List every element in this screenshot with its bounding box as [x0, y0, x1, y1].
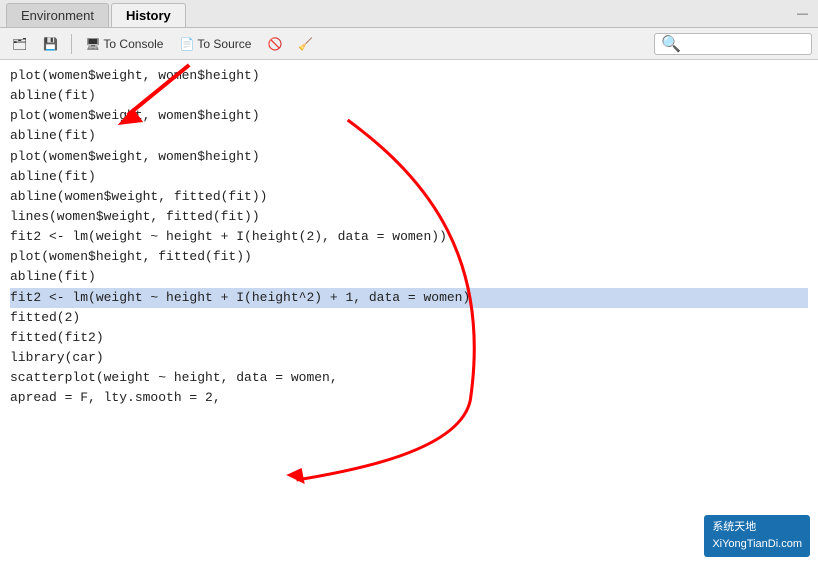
- tab-environment[interactable]: Environment: [6, 3, 109, 27]
- clear-button[interactable]: 🧹: [292, 35, 319, 53]
- code-line[interactable]: scatterplot(weight ~ height, data = wome…: [10, 368, 808, 388]
- code-line[interactable]: fitted(fit2): [10, 328, 808, 348]
- code-line[interactable]: apread = F, lty.smooth = 2,: [10, 388, 808, 408]
- code-line[interactable]: fit2 <- lm(weight ~ height + I(height^2)…: [10, 288, 808, 308]
- to-console-button[interactable]: 🖥 To Console: [79, 35, 169, 53]
- save-icon: 💾: [43, 37, 58, 51]
- code-area: plot(women$weight, women$height)abline(f…: [0, 60, 818, 565]
- toolbar: 🗂 💾 🖥 To Console 📄 To Source 🚫 🧹 🔍: [0, 28, 818, 60]
- to-source-icon: 📄: [179, 37, 194, 51]
- code-line[interactable]: fit2 <- lm(weight ~ height + I(height(2)…: [10, 227, 808, 247]
- to-console-icon: 🖥: [85, 37, 100, 51]
- code-line[interactable]: plot(women$weight, women$height): [10, 147, 808, 167]
- save-button[interactable]: 💾: [37, 35, 64, 53]
- code-line[interactable]: abline(fit): [10, 167, 808, 187]
- minimize-button[interactable]: —: [793, 6, 812, 22]
- search-icon: 🔍: [661, 34, 681, 54]
- code-line[interactable]: plot(women$weight, women$height): [10, 66, 808, 86]
- delete-button[interactable]: 🚫: [261, 35, 288, 53]
- open-button[interactable]: 🗂: [6, 35, 33, 53]
- title-bar: Environment History —: [0, 0, 818, 28]
- open-icon: 🗂: [12, 37, 27, 51]
- code-line[interactable]: lines(women$weight, fitted(fit)): [10, 207, 808, 227]
- code-line[interactable]: library(car): [10, 348, 808, 368]
- code-line[interactable]: plot(women$height, fitted(fit)): [10, 247, 808, 267]
- to-console-label: To Console: [103, 37, 163, 51]
- search-input[interactable]: [685, 37, 805, 51]
- watermark: 系统天地 XiYongTianDi.com: [704, 515, 810, 557]
- separator-1: [71, 34, 72, 54]
- tab-bar: Environment History: [6, 0, 188, 27]
- code-line[interactable]: abline(women$weight, fitted(fit)): [10, 187, 808, 207]
- to-source-label: To Source: [197, 37, 251, 51]
- delete-icon: 🚫: [267, 37, 282, 51]
- code-line[interactable]: abline(fit): [10, 267, 808, 287]
- code-line[interactable]: abline(fit): [10, 126, 808, 146]
- watermark-line1: 系统天地: [712, 519, 802, 536]
- code-line[interactable]: abline(fit): [10, 86, 808, 106]
- clear-icon: 🧹: [298, 37, 313, 51]
- code-line[interactable]: plot(women$weight, women$height): [10, 106, 808, 126]
- search-box[interactable]: 🔍: [654, 33, 812, 55]
- watermark-line2: XiYongTianDi.com: [712, 536, 802, 553]
- to-source-button[interactable]: 📄 To Source: [173, 35, 257, 53]
- code-line[interactable]: fitted(2): [10, 308, 808, 328]
- tab-history[interactable]: History: [111, 3, 186, 27]
